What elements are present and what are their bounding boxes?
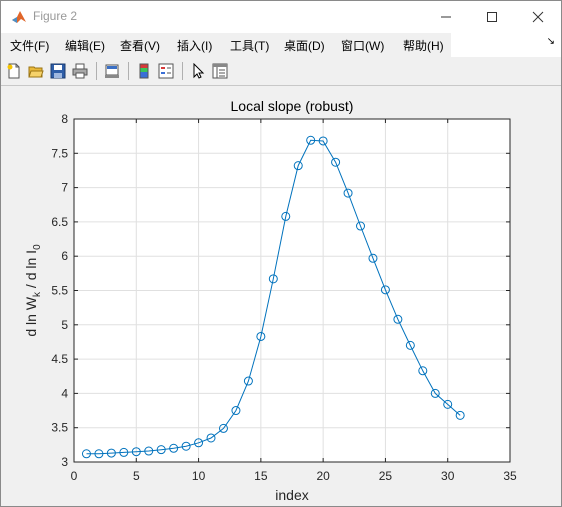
y-tick-label: 6.5: [51, 215, 68, 229]
toolbar-separator: [182, 62, 183, 80]
x-tick-label: 15: [254, 469, 268, 483]
figure-window: Figure 2 文件(F) 编辑(E) 查看(V) 插入(I) 工具(T) 桌…: [0, 0, 562, 507]
toolbar-separator: [128, 62, 129, 80]
y-axis-label: d ln Wk / d ln I0: [23, 244, 43, 337]
toolbar: [1, 57, 561, 86]
menu-desktop[interactable]: 桌面(D): [284, 37, 325, 54]
close-button[interactable]: [515, 1, 561, 33]
menu-view[interactable]: 查看(V): [120, 37, 160, 54]
y-label-subscript: 0: [32, 244, 43, 250]
menu-help[interactable]: 帮助(H): [403, 37, 444, 54]
x-tick-label: 25: [379, 469, 393, 483]
open-icon: [28, 66, 44, 78]
y-tick-label: 8: [61, 112, 68, 126]
window-title: Figure 2: [33, 9, 78, 23]
y-tick-label: 3: [61, 455, 68, 469]
maximize-icon: [487, 12, 497, 22]
x-axis-label: index: [275, 487, 308, 503]
y-tick-label: 4: [61, 386, 68, 400]
property-inspector-icon: [212, 63, 228, 79]
x-tick-label: 0: [71, 469, 78, 483]
colorbar-icon: [139, 63, 149, 79]
link-plot-icon: [105, 64, 119, 78]
close-icon: [532, 11, 544, 23]
new-figure-button[interactable]: [4, 61, 24, 81]
y-tick-label: 5.5: [51, 284, 68, 298]
y-tick-label: 6: [61, 249, 68, 263]
menu-window[interactable]: 窗口(W): [341, 37, 384, 54]
pointer-icon: [193, 63, 205, 79]
y-label-text: / d ln I: [23, 250, 39, 292]
y-tick-label: 7: [61, 181, 68, 195]
toolbar-separator: [96, 62, 97, 80]
x-tick-label: 30: [441, 469, 455, 483]
legend-icon: [158, 63, 174, 79]
chart-title: Local slope (robust): [231, 98, 354, 114]
title-bar: Figure 2: [1, 1, 561, 33]
y-tick-label: 3.5: [51, 421, 68, 435]
maximize-button[interactable]: [469, 1, 515, 33]
link-plot-button[interactable]: [102, 61, 122, 81]
minimize-button[interactable]: [423, 1, 469, 33]
menu-edit[interactable]: 编辑(E): [65, 37, 105, 54]
x-tick-label: 35: [503, 469, 517, 483]
dock-arrow-icon[interactable]: ↘: [547, 36, 555, 47]
y-tick-label: 5: [61, 318, 68, 332]
x-tick-label: 5: [133, 469, 140, 483]
menu-bar: 文件(F) 编辑(E) 查看(V) 插入(I) 工具(T) 桌面(D) 窗口(W…: [1, 33, 561, 57]
minimize-icon: [441, 16, 451, 18]
pointer-button[interactable]: [188, 61, 208, 81]
y-tick-label: 7.5: [51, 146, 68, 160]
x-tick-label: 20: [316, 469, 330, 483]
property-inspector-button[interactable]: [210, 61, 230, 81]
menu-items: 文件(F) 编辑(E) 查看(V) 插入(I) 工具(T) 桌面(D) 窗口(W…: [1, 33, 451, 57]
plot-axes[interactable]: 0 5 10 15 20 25 30 35 3 3.5 4 4.5 5 5.5 6 6.5 7 7.5 8 Loca…: [1, 86, 561, 506]
menu-file[interactable]: 文件(F): [10, 37, 49, 54]
menu-tools[interactable]: 工具(T): [230, 37, 269, 54]
colorbar-button[interactable]: [134, 61, 154, 81]
open-button[interactable]: [26, 61, 46, 81]
matlab-icon: [11, 9, 27, 25]
y-label-text: d ln W: [23, 296, 39, 336]
print-icon: [72, 63, 88, 79]
save-button[interactable]: [48, 61, 68, 81]
y-tick-label: 4.5: [51, 352, 68, 366]
print-button[interactable]: [70, 61, 90, 81]
figure-canvas: 0 5 10 15 20 25 30 35 3 3.5 4 4.5 5 5.5 6 6.5 7 7.5 8 Loca…: [1, 86, 561, 506]
menu-insert[interactable]: 插入(I): [177, 37, 212, 54]
save-icon: [50, 63, 66, 79]
new-figure-icon: [7, 63, 20, 79]
x-tick-label: 10: [192, 469, 206, 483]
legend-button[interactable]: [156, 61, 176, 81]
